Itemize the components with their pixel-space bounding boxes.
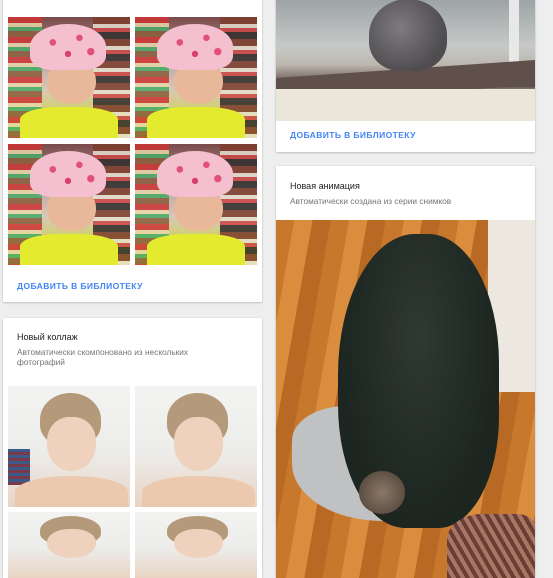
card-title: Новый коллаж <box>17 332 78 342</box>
animation-photo[interactable] <box>276 220 535 578</box>
selfie-grid-card: ДОБАВИТЬ В БИБЛИОТЕКУ <box>3 0 262 302</box>
collage-photo-1[interactable] <box>8 386 130 507</box>
cat-window-card: ДОБАВИТЬ В БИБЛИОТЕКУ <box>276 0 535 152</box>
animation-card: Новая анимация Автоматически создана из … <box>276 166 535 578</box>
grid-photo-1[interactable] <box>8 17 130 138</box>
collage-photo-2[interactable] <box>135 386 257 507</box>
add-to-library-button[interactable]: ДОБАВИТЬ В БИБЛИОТЕКУ <box>290 130 416 140</box>
grid-photo-2[interactable] <box>135 17 257 138</box>
cat-window-photo[interactable] <box>276 0 535 121</box>
collage-photo-4[interactable] <box>135 512 257 578</box>
grid-photo-3[interactable] <box>8 144 130 265</box>
card-title: Новая анимация <box>290 181 360 191</box>
add-to-library-button[interactable]: ДОБАВИТЬ В БИБЛИОТЕКУ <box>17 281 143 291</box>
collage-photo-3[interactable] <box>8 512 130 578</box>
card-subtitle: Автоматически скомпоновано из нескольких… <box>17 347 189 367</box>
grid-photo-4[interactable] <box>135 144 257 265</box>
collage-card: Новый коллаж Автоматически скомпоновано … <box>3 318 262 578</box>
card-subtitle: Автоматически создана из серии снимков <box>290 196 452 206</box>
